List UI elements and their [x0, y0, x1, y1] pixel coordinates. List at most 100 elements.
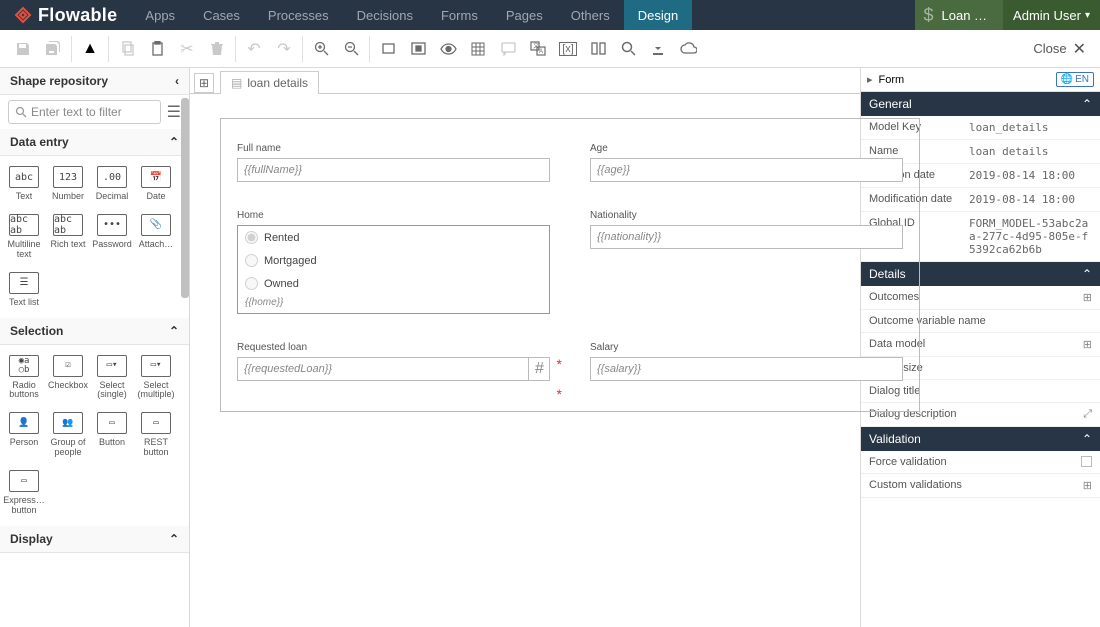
cut-icon[interactable]: ✂	[172, 34, 202, 64]
validation-section[interactable]: Validation ⌃	[861, 427, 1100, 451]
delete-icon[interactable]	[202, 34, 232, 64]
shape-express-button[interactable]: ▭Express… button	[2, 464, 46, 522]
chevron-up-icon: ⌃	[1082, 267, 1092, 281]
chevron-up-icon: ⌃	[1082, 97, 1092, 111]
full-name-field[interactable]: {{fullName}}	[237, 158, 550, 182]
shape-radio-buttons[interactable]: ◉a ○bRadio buttons	[2, 349, 46, 407]
close-icon: ✕	[1073, 39, 1086, 59]
shape-text-list[interactable]: ☰Text list	[2, 266, 46, 314]
nav-forms[interactable]: Forms	[427, 0, 492, 30]
language-selector[interactable]: 🌐 EN	[1056, 72, 1094, 87]
frame-icon[interactable]	[373, 34, 403, 64]
list-view-icon[interactable]: ☰	[167, 102, 181, 122]
shape-date[interactable]: 📅Date	[134, 160, 178, 208]
age-field[interactable]: {{age}}	[590, 158, 903, 182]
shape-select-single-[interactable]: ▭▾Select (single)	[90, 349, 134, 407]
grid-icon[interactable]: ⊞	[1083, 291, 1092, 304]
nav-cases[interactable]: Cases	[189, 0, 254, 30]
data-entry-section[interactable]: Data entry ⌃	[0, 129, 189, 156]
nav-processes[interactable]: Processes	[254, 0, 343, 30]
requested-loan-field[interactable]: {{requestedLoan}}	[237, 357, 550, 381]
filter-input[interactable]: Enter text to filter	[8, 100, 161, 124]
download-icon[interactable]	[643, 34, 673, 64]
save-icon[interactable]	[8, 34, 38, 64]
shape-attach…[interactable]: 📎Attach…	[134, 208, 178, 266]
shape-password[interactable]: •••Password	[90, 208, 134, 266]
chevron-down-icon: ▾	[1085, 10, 1090, 21]
expand-right-icon[interactable]: ▸	[867, 73, 873, 86]
nav-pages[interactable]: Pages	[492, 0, 557, 30]
form-tab[interactable]: Form	[879, 74, 905, 86]
user-menu[interactable]: Admin User ▾	[1003, 0, 1100, 30]
salary-field[interactable]: {{salary}}	[590, 357, 903, 381]
toolbar: ▲ ✂ ↶ ↷ 文A [x] Close ✕	[0, 30, 1100, 68]
shape-checkbox[interactable]: ☑Checkbox	[46, 349, 90, 407]
preview-icon[interactable]	[433, 34, 463, 64]
comment-icon[interactable]	[493, 34, 523, 64]
fit-icon[interactable]	[403, 34, 433, 64]
checkbox[interactable]	[1081, 456, 1092, 467]
redo-icon[interactable]: ↷	[269, 34, 299, 64]
prop-row[interactable]: Force validation	[861, 451, 1100, 474]
add-tab-button[interactable]: ⊞	[194, 73, 214, 93]
save-all-icon[interactable]	[38, 34, 68, 64]
undo-icon[interactable]: ↶	[239, 34, 269, 64]
shape-group-of-people[interactable]: 👥Group of people	[46, 406, 90, 464]
field-label: Salary	[590, 342, 903, 353]
nav-decisions[interactable]: Decisions	[343, 0, 427, 30]
grid-icon[interactable]	[463, 34, 493, 64]
tab-loan-details[interactable]: ▤ loan details	[220, 71, 319, 94]
field-label: Requested loan	[237, 342, 550, 353]
expression: {{home}}	[238, 295, 549, 313]
form-icon: ▤	[231, 76, 242, 90]
chevron-up-icon: ⌃	[169, 135, 179, 149]
nationality-field[interactable]: {{nationality}}	[590, 225, 903, 249]
scrollbar[interactable]	[181, 98, 189, 298]
display-section[interactable]: Display ⌃	[0, 526, 189, 553]
collapse-left-icon[interactable]: ‹	[175, 74, 179, 88]
grid-icon[interactable]: ⊞	[1083, 338, 1092, 351]
nav-design[interactable]: Design	[624, 0, 692, 30]
validate-icon[interactable]: ▲	[75, 34, 105, 64]
shape-rich-text[interactable]: abc abRich text	[46, 208, 90, 266]
search-icon[interactable]	[613, 34, 643, 64]
shape-rest-button[interactable]: ▭REST button	[134, 406, 178, 464]
chevron-up-icon: ⌃	[1082, 432, 1092, 446]
home-radio-group[interactable]: Rented Mortgaged Owned{{home}}	[237, 225, 550, 314]
shape-repository-header[interactable]: Shape repository ‹	[0, 68, 189, 95]
number-format-icon[interactable]: #	[528, 357, 550, 381]
shape-person[interactable]: 👤Person	[2, 406, 46, 464]
zoom-in-icon[interactable]	[306, 34, 336, 64]
shape-decimal[interactable]: .00Decimal	[90, 160, 134, 208]
variable-icon[interactable]: [x]	[553, 34, 583, 64]
field-label: Nationality	[590, 210, 903, 221]
cloud-icon[interactable]	[673, 34, 703, 64]
radio-option[interactable]: Rented	[238, 226, 549, 249]
nav-others[interactable]: Others	[557, 0, 624, 30]
general-section[interactable]: General ⌃	[861, 92, 1100, 116]
breadcrumb[interactable]: $ Loan …	[915, 0, 1003, 30]
svg-text:A: A	[539, 49, 543, 55]
grid-icon[interactable]: ⊞	[1083, 479, 1092, 492]
dollar-icon: $	[923, 5, 933, 26]
shape-multiline-text[interactable]: abc abMultiline text	[2, 208, 46, 266]
compare-icon[interactable]	[583, 34, 613, 64]
copy-icon[interactable]	[112, 34, 142, 64]
form-canvas[interactable]: Full name {{fullName}} Age {{age}} Home …	[220, 118, 920, 412]
shape-number[interactable]: 123Number	[46, 160, 90, 208]
top-nav: AppsCasesProcessesDecisionsFormsPagesOth…	[131, 0, 692, 30]
radio-option[interactable]: Owned	[238, 272, 549, 295]
field-label: Age	[590, 143, 903, 154]
close-button[interactable]: Close ✕	[1033, 39, 1092, 59]
shape-select-multiple-[interactable]: ▭▾Select (multiple)	[134, 349, 178, 407]
shape-button[interactable]: ▭Button	[90, 406, 134, 464]
nav-apps[interactable]: Apps	[131, 0, 189, 30]
paste-icon[interactable]	[142, 34, 172, 64]
prop-row[interactable]: Custom validations⊞	[861, 474, 1100, 498]
translate-icon[interactable]: 文A	[523, 34, 553, 64]
expand-icon[interactable]: ⤢	[1083, 408, 1092, 421]
shape-text[interactable]: abcText	[2, 160, 46, 208]
selection-section[interactable]: Selection ⌃	[0, 318, 189, 345]
radio-option[interactable]: Mortgaged	[238, 249, 549, 272]
zoom-out-icon[interactable]	[336, 34, 366, 64]
